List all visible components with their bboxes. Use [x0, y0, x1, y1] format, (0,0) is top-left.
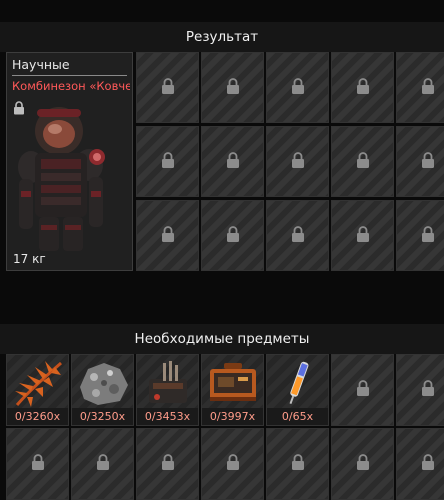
divider [12, 75, 127, 76]
locked-slot [6, 428, 69, 500]
result-item-card[interactable]: Научные Комбинезон «Ковче.. 17 кг [6, 52, 133, 271]
locked-slot [396, 354, 444, 426]
item-category: Научные [12, 57, 70, 72]
lock-icon [356, 77, 370, 98]
required-item-slot[interactable]: 0/3260x [6, 354, 69, 426]
gray-ore-icon [74, 357, 132, 413]
locked-slot [396, 428, 444, 500]
lock-icon [226, 225, 240, 246]
lock-icon [421, 77, 435, 98]
required-items-header: Необходимые предметы [0, 324, 444, 354]
locked-slot [266, 200, 329, 271]
locked-slot [201, 52, 264, 123]
item-count: 0/3250x [72, 408, 133, 425]
lock-icon [356, 454, 370, 475]
locked-slot [136, 428, 199, 500]
lock-icon [161, 225, 175, 246]
lock-icon [291, 225, 305, 246]
locked-slot [136, 126, 199, 197]
required-item-slot[interactable]: 0/3453x [136, 354, 199, 426]
lock-icon [421, 225, 435, 246]
item-count: 0/3453x [137, 408, 198, 425]
lock-icon [161, 151, 175, 172]
item-weight: 17 кг [13, 252, 46, 266]
locked-slot [266, 428, 329, 500]
item-name: Комбинезон «Ковче.. [12, 79, 130, 93]
locked-slot [266, 52, 329, 123]
lock-icon [226, 77, 240, 98]
lock-icon [291, 151, 305, 172]
lock-icon [291, 77, 305, 98]
locked-slot [266, 126, 329, 197]
locked-slot [201, 428, 264, 500]
locked-slot [201, 200, 264, 271]
locked-slot [331, 354, 394, 426]
locked-slot [331, 200, 394, 271]
orange-case-icon [204, 357, 262, 413]
lock-icon [96, 454, 110, 475]
locked-slot [201, 126, 264, 197]
orange-fern-icon [9, 357, 67, 413]
lock-icon [421, 454, 435, 475]
item-count: 0/3997x [202, 408, 263, 425]
lock-icon [421, 380, 435, 401]
locked-slot [396, 200, 444, 271]
required-item-slot[interactable]: 0/3997x [201, 354, 264, 426]
lock-icon [161, 454, 175, 475]
locked-slot [331, 52, 394, 123]
required-item-slot[interactable]: 0/3250x [71, 354, 134, 426]
lock-icon [356, 380, 370, 401]
lock-icon [421, 151, 435, 172]
lock-icon [161, 77, 175, 98]
locked-slot [396, 126, 444, 197]
syringe-icon [269, 357, 327, 413]
lock-icon [356, 225, 370, 246]
result-header: Результат [0, 22, 444, 52]
armor-suit-icon [15, 101, 125, 255]
device-icon [139, 357, 197, 413]
lock-icon [356, 151, 370, 172]
lock-icon [226, 151, 240, 172]
lock-icon [226, 454, 240, 475]
locked-slot [71, 428, 134, 500]
locked-slot [396, 52, 444, 123]
lock-icon [291, 454, 305, 475]
locked-slot [136, 200, 199, 271]
required-item-slot[interactable]: 0/65x [266, 354, 329, 426]
item-count: 0/3260x [7, 408, 68, 425]
locked-slot [331, 428, 394, 500]
locked-slot [331, 126, 394, 197]
item-count: 0/65x [267, 408, 328, 425]
lock-icon [31, 454, 45, 475]
locked-slot [136, 52, 199, 123]
